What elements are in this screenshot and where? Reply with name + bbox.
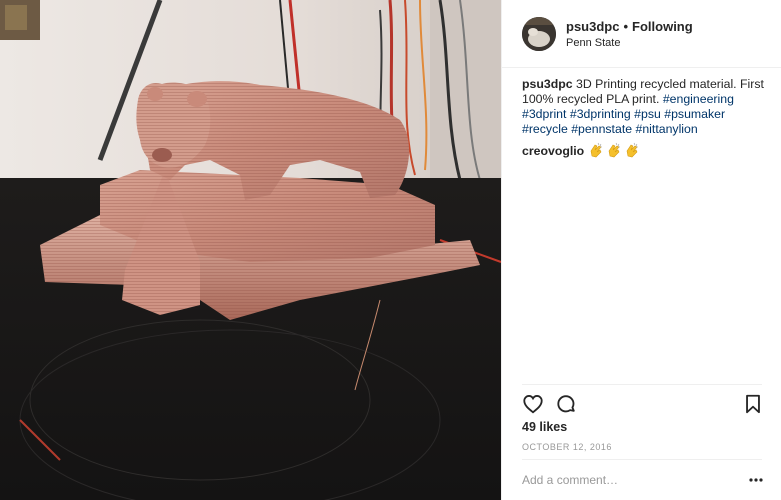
speech-bubble-icon (557, 395, 575, 413)
comment-item: creovoglio (522, 142, 772, 159)
clapping-hands-emoji (626, 142, 639, 158)
like-button[interactable] (522, 393, 544, 415)
post-details-panel: psu3dpc • Following Penn State psu3dpc 3D … (501, 0, 781, 500)
comment-button[interactable] (555, 393, 577, 415)
more-options-button[interactable] (748, 473, 764, 487)
separator-dot: • (623, 19, 629, 34)
likes-count[interactable]: 49 likes (522, 420, 567, 434)
hashtag-link[interactable]: #pennstate (571, 122, 632, 136)
post-caption: psu3dpc 3D Printing recycled material. F… (522, 77, 772, 137)
post-date: OCTOBER 12, 2016 (522, 442, 612, 452)
hashtag-link[interactable]: #3dprinting (570, 107, 631, 121)
hashtag-link[interactable]: #recycle (522, 122, 568, 136)
hashtag-link[interactable]: #3dprint (522, 107, 566, 121)
following-button[interactable]: Following (632, 19, 693, 34)
comment-username[interactable]: creovoglio (522, 144, 584, 158)
save-button[interactable] (742, 393, 764, 415)
ellipsis-icon (749, 478, 763, 482)
add-comment-bar (522, 459, 764, 500)
post-photo[interactable] (0, 0, 501, 500)
caption-username[interactable]: psu3dpc (522, 77, 573, 91)
hashtag-link[interactable]: #engineering (663, 92, 734, 106)
post-header: psu3dpc • Following Penn State (502, 0, 781, 68)
avatar-image (522, 17, 556, 51)
clapping-hands-emoji (608, 142, 621, 158)
photo-3d-print-lion (0, 0, 501, 500)
avatar[interactable] (522, 17, 556, 51)
username-follow-line: psu3dpc • Following (566, 19, 693, 34)
hashtag-link[interactable]: #nittanylion (636, 122, 698, 136)
bookmark-icon (746, 394, 760, 414)
heart-outline-icon (523, 395, 543, 414)
comment-input[interactable] (522, 470, 722, 490)
hashtag-link[interactable]: #psu (634, 107, 661, 121)
actions-divider (522, 384, 762, 385)
hashtag-link[interactable]: #psumaker (664, 107, 725, 121)
username-link[interactable]: psu3dpc (566, 19, 619, 34)
location-link[interactable]: Penn State (566, 37, 620, 49)
clapping-hands-emoji (590, 142, 603, 158)
